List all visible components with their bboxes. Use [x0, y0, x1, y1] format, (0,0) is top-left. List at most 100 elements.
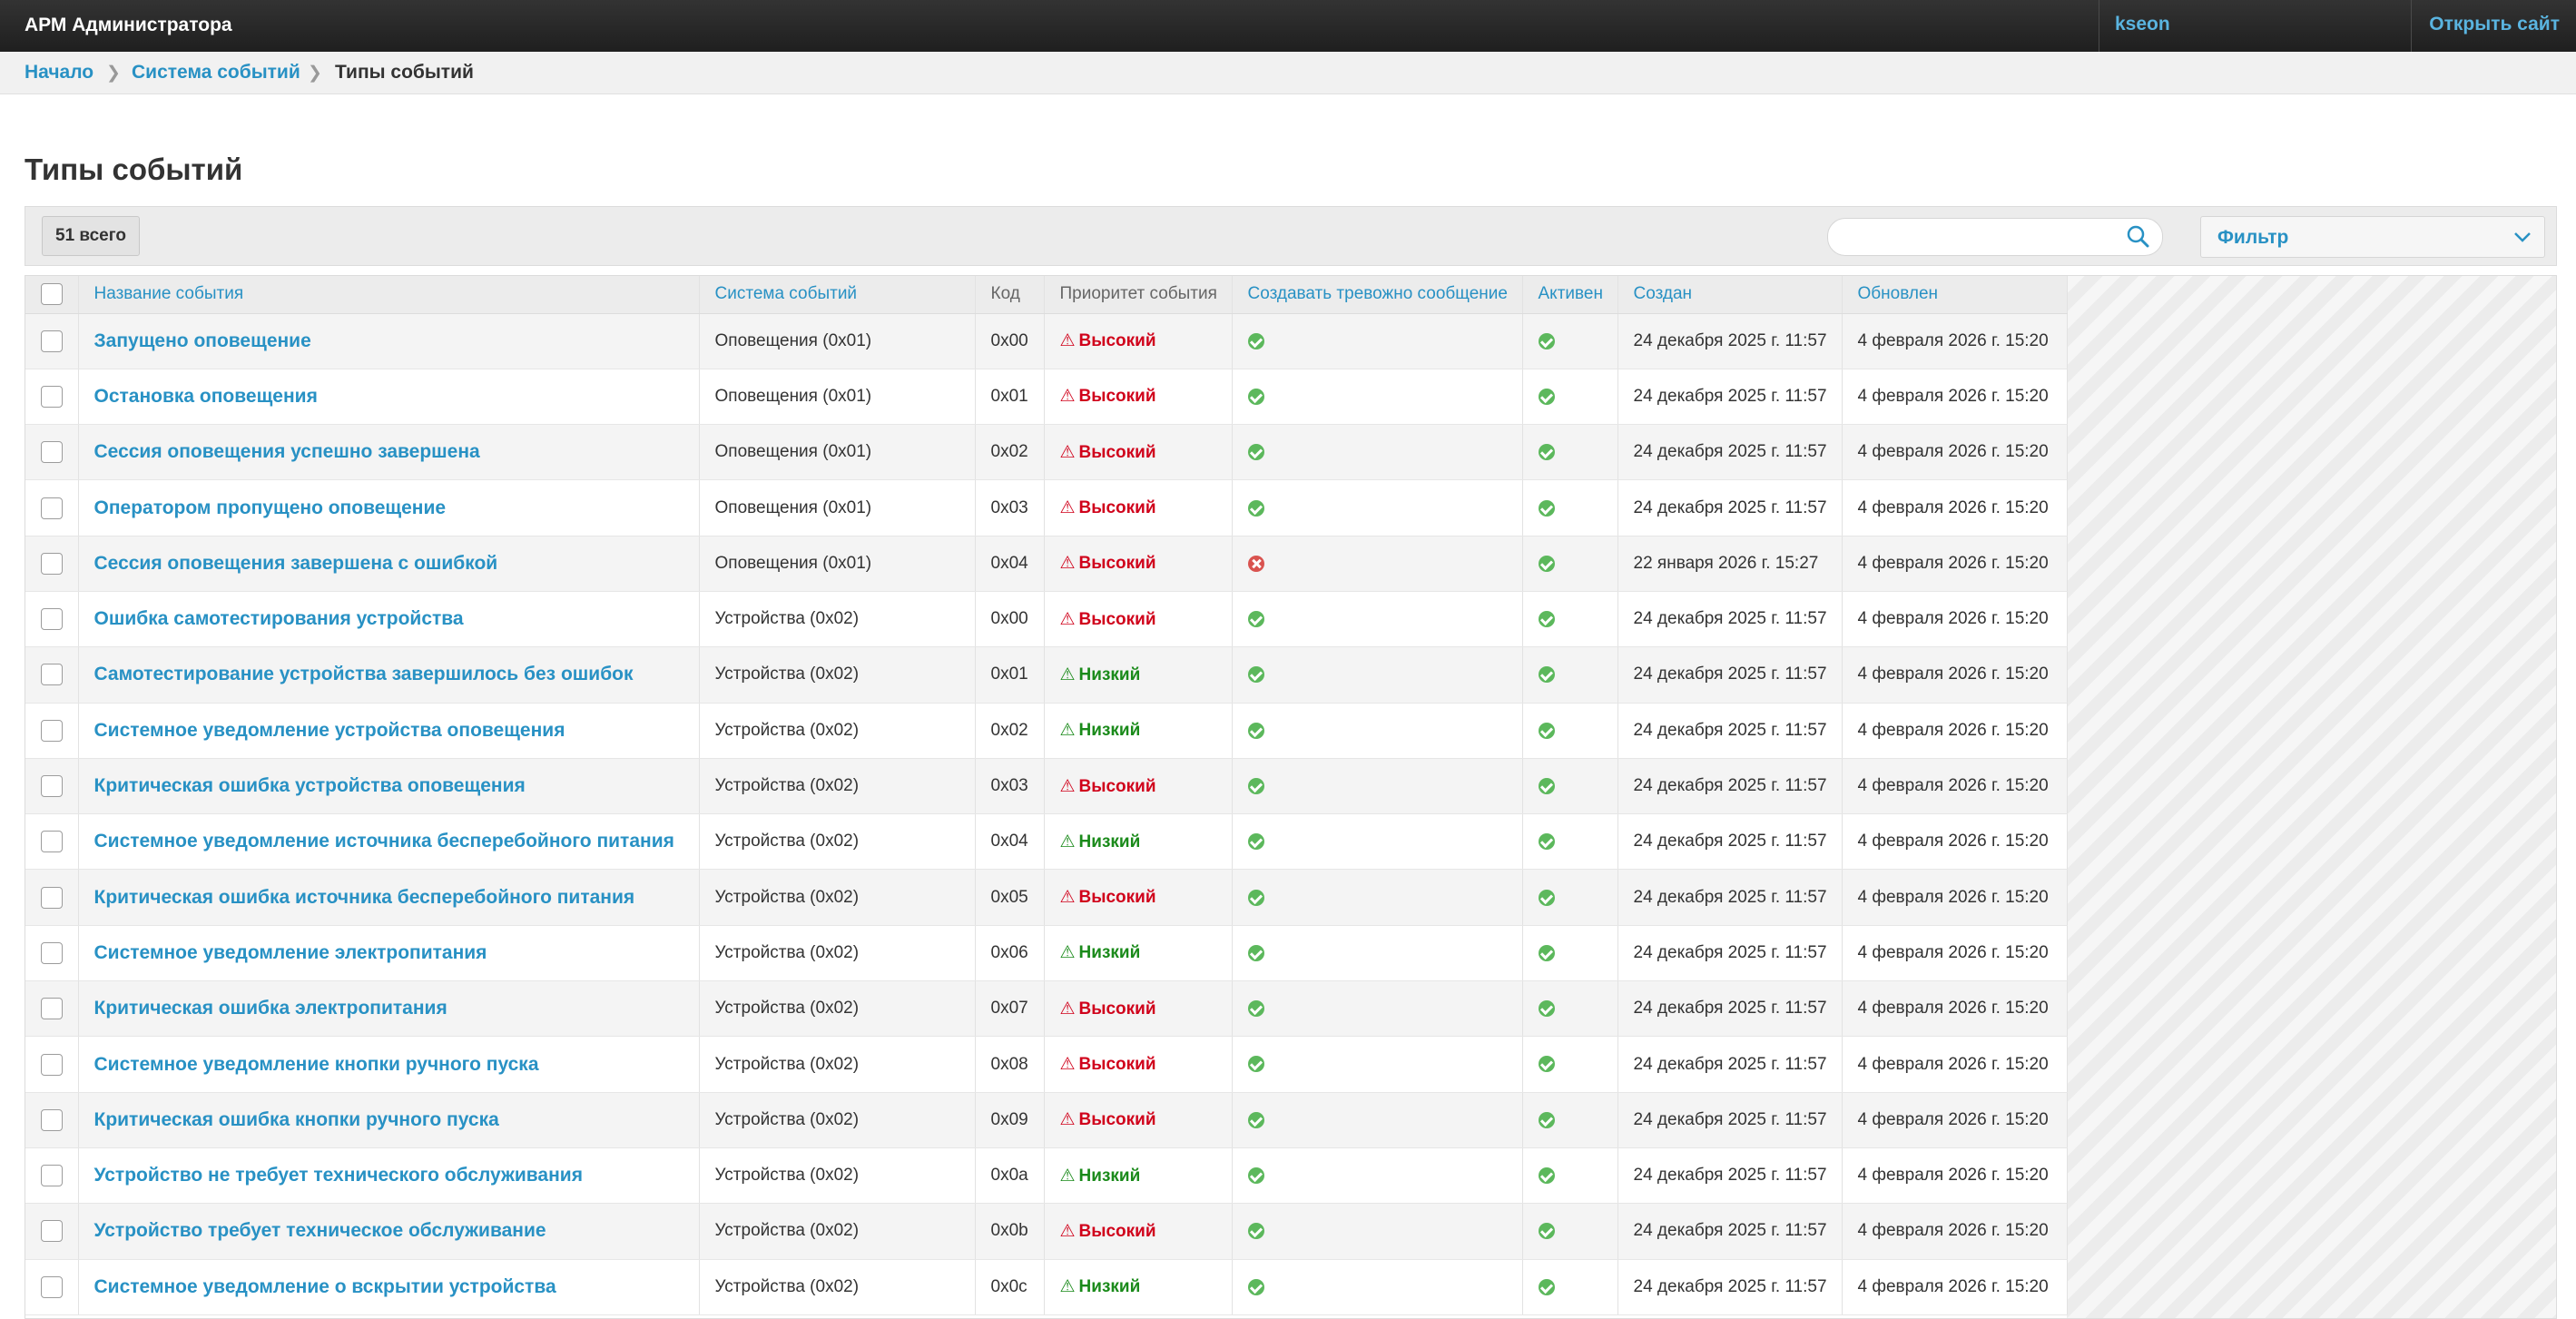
- yes-icon: [1538, 889, 1555, 906]
- column-header-active[interactable]: Активен: [1522, 276, 1618, 314]
- yes-icon: [1247, 1111, 1264, 1128]
- app-title[interactable]: АРМ Администратора: [25, 15, 232, 36]
- event-name-link[interactable]: Ошибка самотестирования устройства: [78, 591, 700, 648]
- event-name-link[interactable]: Критическая ошибка устройства оповещения: [78, 758, 700, 815]
- event-priority: ⚠ Высокий: [1044, 369, 1233, 426]
- row-checkbox[interactable]: [40, 1165, 63, 1187]
- warning-icon: ⚠: [1059, 776, 1076, 796]
- yes-icon: [1247, 1056, 1264, 1073]
- event-name-link[interactable]: Критическая ошибка электропитания: [78, 980, 700, 1038]
- event-name-link[interactable]: Системное уведомление о вскрытии устройс…: [78, 1259, 700, 1315]
- updated-date: 4 февраля 2026 г. 15:20: [1842, 1147, 2068, 1205]
- event-name-link[interactable]: Критическая ошибка источника бесперебойн…: [78, 869, 700, 926]
- select-all-checkbox[interactable]: [40, 283, 63, 306]
- table-row: Критическая ошибка кнопки ручного пуска У…: [25, 1092, 2068, 1148]
- warning-icon: ⚠: [1059, 331, 1076, 351]
- event-name-link[interactable]: Самотестирование устройства завершилось …: [78, 646, 700, 704]
- search-icon[interactable]: [2126, 224, 2149, 248]
- yes-icon: [1247, 444, 1264, 461]
- row-checkbox[interactable]: [40, 831, 63, 853]
- yes-icon: [1538, 722, 1555, 739]
- row-checkbox[interactable]: [40, 775, 63, 798]
- row-checkbox[interactable]: [40, 1108, 63, 1131]
- yes-icon: [1247, 499, 1264, 517]
- row-checkbox[interactable]: [40, 1275, 63, 1298]
- event-name-link[interactable]: Устройство требует техническое обслужива…: [78, 1203, 700, 1260]
- yes-icon: [1247, 1167, 1264, 1185]
- row-select-cell: [25, 1147, 79, 1205]
- column-header-created[interactable]: Создан: [1617, 276, 1843, 314]
- row-checkbox[interactable]: [40, 664, 63, 686]
- event-name-link[interactable]: Системное уведомление кнопки ручного пус…: [78, 1036, 700, 1093]
- event-name-link[interactable]: Запущено оповещение: [78, 313, 700, 369]
- event-code: 0x08: [975, 1036, 1045, 1093]
- event-priority: ⚠ Высокий: [1044, 313, 1233, 369]
- priority-label: Высокий: [1078, 331, 1156, 351]
- yes-icon: [1538, 1000, 1555, 1018]
- column-header-name[interactable]: Название события: [78, 276, 700, 314]
- breadcrumb-home-link[interactable]: Начало: [25, 62, 93, 84]
- active-cell: [1522, 1259, 1618, 1315]
- column-header-create-alarm[interactable]: Создавать тревожно сообщение: [1232, 276, 1523, 314]
- row-checkbox[interactable]: [40, 886, 63, 909]
- event-priority: ⚠ Низкий: [1044, 703, 1233, 759]
- table-row: Устройство не требует технического обслу…: [25, 1147, 2068, 1205]
- row-checkbox[interactable]: [40, 330, 63, 352]
- filter-dropdown[interactable]: Фильтр: [2200, 216, 2545, 258]
- updated-date: 4 февраля 2026 г. 15:20: [1842, 925, 2068, 982]
- event-name-link[interactable]: Критическая ошибка кнопки ручного пуска: [78, 1092, 700, 1148]
- row-checkbox[interactable]: [40, 497, 63, 519]
- user-menu-link[interactable]: kseon: [2115, 14, 2170, 35]
- event-priority: ⚠ Низкий: [1044, 1147, 1233, 1205]
- row-checkbox[interactable]: [40, 385, 63, 408]
- updated-date: 4 февраля 2026 г. 15:20: [1842, 703, 2068, 759]
- open-site-link[interactable]: Открыть сайт: [2429, 14, 2560, 35]
- event-name-link[interactable]: Устройство не требует технического обслу…: [78, 1147, 700, 1205]
- create-alarm-cell: [1232, 1092, 1523, 1148]
- active-cell: [1522, 980, 1618, 1038]
- event-code: 0x04: [975, 536, 1045, 592]
- row-checkbox[interactable]: [40, 1220, 63, 1243]
- event-name-link[interactable]: Остановка оповещения: [78, 369, 700, 426]
- row-checkbox[interactable]: [40, 441, 63, 464]
- event-name-link[interactable]: Системное уведомление электропитания: [78, 925, 700, 982]
- breadcrumb-section-link[interactable]: Система событий: [132, 62, 300, 84]
- warning-icon: ⚠: [1059, 832, 1076, 851]
- yes-icon: [1538, 1111, 1555, 1128]
- event-name-link[interactable]: Оператором пропущено оповещение: [78, 479, 700, 536]
- event-system: Устройства (0x02): [699, 1259, 976, 1315]
- row-select-cell: [25, 925, 79, 982]
- create-alarm-cell: [1232, 1036, 1523, 1093]
- event-system: Устройства (0x02): [699, 1147, 976, 1205]
- row-select-cell: [25, 479, 79, 536]
- updated-date: 4 февраля 2026 г. 15:20: [1842, 646, 2068, 704]
- row-checkbox[interactable]: [40, 608, 63, 631]
- row-checkbox[interactable]: [40, 719, 63, 742]
- event-name-link[interactable]: Сессия оповещения завершена с ошибкой: [78, 536, 700, 592]
- row-select-cell: [25, 703, 79, 759]
- search-input[interactable]: [1827, 218, 2163, 256]
- create-alarm-cell: [1232, 1259, 1523, 1315]
- created-date: 24 декабря 2025 г. 11:57: [1617, 313, 1843, 369]
- event-name-link[interactable]: Системное уведомление устройства оповеще…: [78, 703, 700, 759]
- yes-icon: [1247, 889, 1264, 906]
- event-code: 0x02: [975, 424, 1045, 481]
- create-alarm-cell: [1232, 479, 1523, 536]
- column-header-system[interactable]: Система событий: [699, 276, 976, 314]
- yes-icon: [1247, 722, 1264, 739]
- yes-icon: [1247, 1278, 1264, 1295]
- yes-icon: [1247, 332, 1264, 349]
- event-name-link[interactable]: Системное уведомление источника беспереб…: [78, 813, 700, 871]
- active-cell: [1522, 424, 1618, 481]
- row-checkbox[interactable]: [40, 1053, 63, 1076]
- row-checkbox[interactable]: [40, 941, 63, 964]
- column-header-updated[interactable]: Обновлен: [1842, 276, 2068, 314]
- yes-icon: [1247, 944, 1264, 961]
- row-checkbox[interactable]: [40, 552, 63, 575]
- row-checkbox[interactable]: [40, 998, 63, 1020]
- table-header-row: Название события Система событий Код При…: [25, 276, 2068, 314]
- event-priority: ⚠ Высокий: [1044, 424, 1233, 481]
- event-name-link[interactable]: Сессия оповещения успешно завершена: [78, 424, 700, 481]
- created-date: 24 декабря 2025 г. 11:57: [1617, 1036, 1843, 1093]
- created-date: 24 декабря 2025 г. 11:57: [1617, 646, 1843, 704]
